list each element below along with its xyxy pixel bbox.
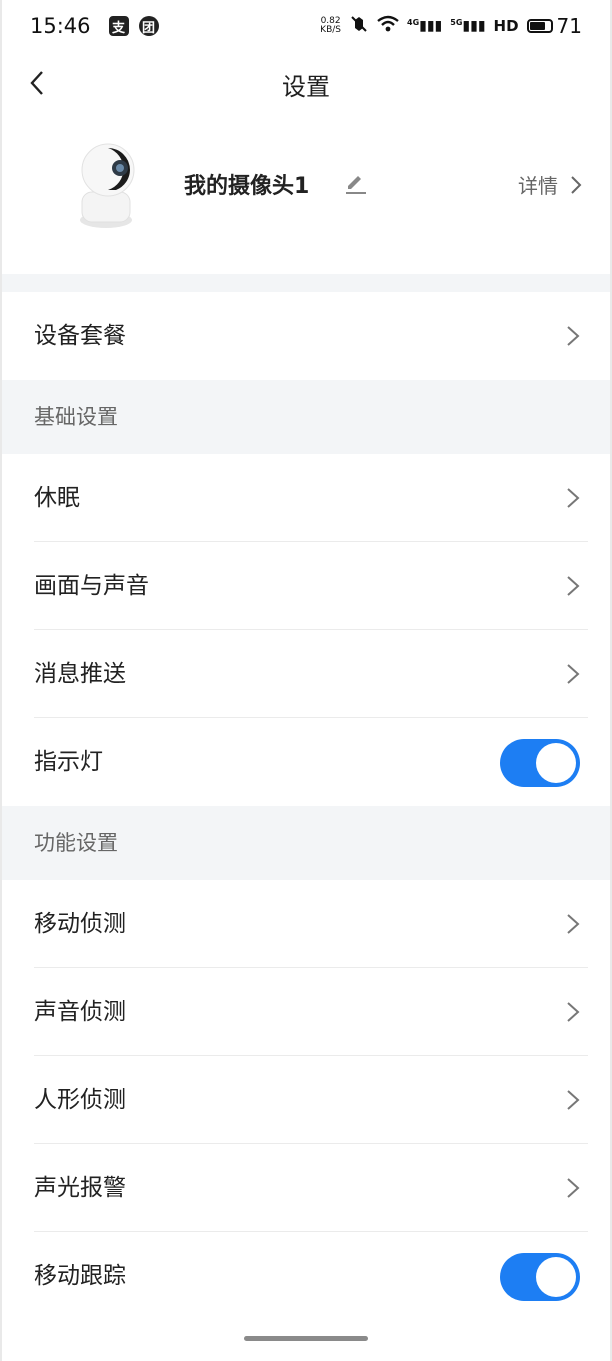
chevron-right-icon (566, 913, 580, 935)
setting-row[interactable]: 画面与声音 (0, 542, 612, 630)
setting-label: 设备套餐 (34, 323, 126, 349)
setting-label: 移动侦测 (34, 911, 126, 937)
setting-label: 画面与声音 (34, 573, 149, 599)
chevron-right-icon (566, 1177, 580, 1199)
chevron-right-icon (567, 326, 580, 346)
device-name: 我的摄像头1 (184, 174, 310, 199)
setting-row[interactable]: 人形侦测 (0, 1056, 612, 1144)
setting-label: 移动跟踪 (34, 1263, 126, 1289)
chevron-right-icon (567, 488, 580, 508)
setting-label: 休眠 (34, 485, 80, 511)
setting-row[interactable]: 声光报警 (0, 1144, 612, 1232)
detail-label: 详情 (518, 174, 558, 198)
setting-label: 消息推送 (34, 661, 126, 687)
hd-voice-badge: HD (493, 17, 519, 35)
chevron-right-icon (566, 663, 580, 685)
chevron-right-icon (571, 175, 582, 194)
chevron-right-icon (567, 576, 580, 596)
status-app-icons: 支 团 (108, 16, 159, 36)
section-title: 功能设置 (34, 831, 118, 855)
signal-5g: 5G▮▮▮ (450, 18, 486, 34)
battery-level: 71 (556, 14, 582, 38)
setting-label: 人形侦测 (34, 1087, 126, 1113)
setting-row[interactable]: 设备套餐 (0, 292, 612, 380)
setting-label: 指示灯 (34, 749, 103, 775)
separator-band (0, 274, 612, 292)
camera-icon (76, 140, 140, 230)
back-arrow-icon (30, 71, 43, 95)
section-header: 基础设置 (0, 380, 612, 454)
setting-row[interactable]: 休眠 (0, 454, 612, 542)
network-speed: 0.82 KB/S (320, 16, 341, 35)
wifi-icon (377, 14, 399, 38)
edit-name-button[interactable] (344, 170, 368, 194)
page-title: 设置 (282, 72, 330, 101)
battery-icon (526, 19, 553, 33)
chevron-right-icon (567, 1002, 580, 1022)
device-detail-link[interactable]: 详情 (518, 170, 582, 199)
chevron-right-icon (566, 1001, 580, 1023)
chevron-right-icon (567, 914, 580, 934)
section-header: 功能设置 (0, 806, 612, 880)
battery-indicator: 71 (526, 14, 582, 38)
toggle-knob (536, 1257, 576, 1297)
device-card: 我的摄像头1 详情 (0, 116, 612, 274)
back-button[interactable] (22, 68, 52, 98)
toggle-switch[interactable] (500, 1253, 580, 1301)
pencil-icon (346, 176, 366, 194)
chevron-right-icon (567, 664, 580, 684)
chevron-right-icon (566, 1089, 580, 1111)
chevron-right-icon (567, 1178, 580, 1198)
toggle-switch[interactable] (500, 739, 580, 787)
home-indicator[interactable] (244, 1336, 368, 1341)
status-indicators: 0.82 KB/S 4G▮▮▮ 5G▮▮▮ HD 71 (320, 14, 582, 39)
chevron-right-icon (566, 575, 580, 597)
setting-label: 声音侦测 (34, 999, 126, 1025)
setting-row[interactable]: 消息推送 (0, 630, 612, 718)
setting-row[interactable]: 声音侦测 (0, 968, 612, 1056)
setting-row[interactable]: 指示灯 (0, 718, 612, 806)
chevron-right-icon (566, 325, 580, 347)
setting-label: 声光报警 (34, 1175, 126, 1201)
meituan-icon: 团 (138, 16, 159, 36)
chevron-right-icon (567, 1090, 580, 1110)
status-bar: 15:46 支 团 0.82 KB/S 4G▮▮▮ 5G▮▮▮ HD 71 (0, 0, 612, 52)
chevron-right-icon (566, 487, 580, 509)
setting-row[interactable]: 移动侦测 (0, 880, 612, 968)
nav-bar: 设置 (0, 52, 612, 116)
signal-4g: 4G▮▮▮ (407, 18, 443, 34)
toggle-knob (536, 743, 576, 783)
mute-icon (349, 14, 369, 39)
status-time: 15:46 (30, 14, 91, 38)
setting-row[interactable]: 移动跟踪 (0, 1232, 612, 1320)
section-title: 基础设置 (34, 405, 118, 429)
alipay-icon: 支 (108, 16, 129, 36)
